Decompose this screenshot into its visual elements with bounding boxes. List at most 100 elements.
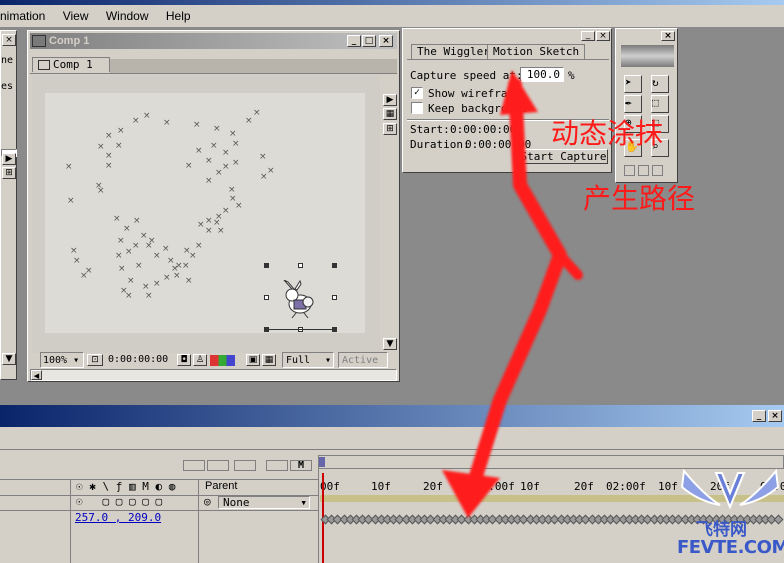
scroll-down-icon[interactable]: ▼: [2, 353, 16, 365]
layer-handle[interactable]: [298, 263, 303, 268]
close-icon[interactable]: ×: [379, 35, 393, 47]
comp-hscroll[interactable]: ◀: [30, 369, 397, 381]
layer-handle[interactable]: [264, 295, 269, 300]
layer-handle[interactable]: [264, 263, 269, 268]
layer-row[interactable]: ☉ ▢ ▢ ▢ ▢ ▢ ◎ None ▾: [0, 495, 318, 511]
zoom-dropdown[interactable]: 100% ▾: [40, 352, 84, 368]
comp-flowchart-icon[interactable]: [183, 460, 205, 471]
brainstorm-icon[interactable]: M: [290, 460, 312, 471]
path-point: ×: [67, 196, 75, 206]
watermark-en: FEVTE.COM: [677, 537, 784, 558]
palette-titlebar[interactable]: _ ×: [405, 31, 610, 41]
close-icon[interactable]: ×: [661, 31, 675, 41]
path-point: ×: [232, 158, 240, 168]
ruler-tick: 20f: [423, 480, 443, 493]
timeline-tab-strip: [0, 429, 784, 450]
column-divider: [198, 479, 199, 563]
show-wireframe-label: Show wireframe: [428, 87, 521, 100]
show-wireframe-checkbox[interactable]: ✓: [411, 87, 423, 99]
tools-titlebar[interactable]: ×: [618, 31, 675, 41]
camera-dolly-icon[interactable]: [652, 165, 663, 176]
path-point: ×: [148, 236, 156, 246]
frame-blend-icon[interactable]: [234, 460, 256, 471]
path-point: ×: [215, 168, 223, 178]
camera-orbit-icon[interactable]: [624, 165, 635, 176]
path-point: ×: [195, 241, 203, 251]
position-value[interactable]: 257.0 , 209.0: [75, 511, 161, 524]
start-capture-button[interactable]: Start Capture: [519, 149, 608, 164]
keep-background-checkbox[interactable]: [411, 102, 423, 114]
path-point: ×: [195, 146, 203, 156]
channels-icon[interactable]: [210, 355, 235, 366]
layer-header-row: ☉ ✱ \ ƒ ▥ M ◐ ◍ Parent: [0, 479, 318, 496]
safe-zones-icon[interactable]: ⊡: [87, 354, 103, 366]
layer-handle[interactable]: [332, 263, 337, 268]
scroll-down-icon[interactable]: ▼: [383, 338, 397, 350]
show-snapshot-icon[interactable]: ♙: [193, 354, 207, 366]
start-label: Start:: [410, 123, 450, 136]
render-icon[interactable]: [207, 460, 229, 471]
tab-wiggler[interactable]: The Wiggler: [411, 44, 496, 59]
flyout-arrow-icon[interactable]: ▶: [383, 94, 397, 106]
tab-comp1[interactable]: Comp 1: [32, 57, 110, 72]
comp-canvas[interactable]: × × × × × × × × × × × × × × × × × × × × × × × × × × × × × × × × × × × × × × × ×…: [45, 93, 365, 333]
zoom-value: 100%: [43, 355, 68, 366]
path-point: ×: [175, 261, 183, 271]
parent-pick-icon[interactable]: ◎: [204, 495, 211, 508]
maximize-icon[interactable]: □: [362, 35, 376, 47]
path-point: ×: [205, 176, 213, 186]
close-icon[interactable]: ×: [768, 410, 782, 422]
path-point: ×: [115, 251, 123, 261]
path-point: ×: [65, 162, 73, 172]
parent-dropdown[interactable]: None ▾: [218, 496, 310, 509]
menu-help[interactable]: Help: [166, 9, 191, 23]
timeline-switches: M: [180, 458, 320, 474]
path-point: ×: [210, 141, 218, 151]
snapshot-icon[interactable]: ◘: [177, 354, 191, 366]
comp-icon: [32, 35, 46, 47]
menu-window[interactable]: Window: [106, 9, 149, 23]
transparency-icon[interactable]: ▦: [262, 354, 276, 366]
resolution-dropdown[interactable]: Full ▾: [282, 352, 334, 368]
minimize-icon[interactable]: _: [347, 35, 361, 47]
motion-blur-icon[interactable]: [266, 460, 288, 471]
path-point: ×: [73, 256, 81, 266]
menu-view[interactable]: View: [63, 9, 89, 23]
flowchart-icon[interactable]: ⊞: [383, 123, 397, 135]
rectangle-mask-tool-icon[interactable]: ⬚: [651, 95, 669, 113]
camera-track-icon[interactable]: [638, 165, 649, 176]
path-point: ×: [182, 261, 190, 271]
rabbit-sprite[interactable]: [278, 280, 322, 320]
layer-switches[interactable]: ☉ ▢ ▢ ▢ ▢ ▢: [76, 495, 162, 508]
layer-handle[interactable]: [332, 295, 337, 300]
play-arrow-icon[interactable]: ▶: [2, 153, 16, 165]
close-icon[interactable]: ×: [596, 31, 610, 41]
path-point: ×: [132, 116, 140, 126]
grid-icon[interactable]: ▦: [383, 108, 397, 120]
comp-titlebar[interactable]: Comp 1 _ □ ×: [30, 33, 397, 49]
capture-speed-input[interactable]: 100.0: [520, 67, 564, 82]
navigator-start[interactable]: [319, 457, 325, 467]
path-point: ×: [197, 220, 205, 230]
comp-viewer[interactable]: × × × × × × × × × × × × × × × × × × × × × × × × × × × × × × × × × × × × × × × ×…: [32, 76, 380, 353]
camera-dropdown[interactable]: Active: [338, 352, 388, 368]
current-time[interactable]: 0:00:00:00: [108, 352, 168, 368]
scroll-left-icon[interactable]: ◀: [31, 370, 42, 380]
menu-animation[interactable]: nimation: [0, 9, 45, 23]
close-icon[interactable]: ×: [2, 34, 16, 46]
path-point: ×: [153, 251, 161, 261]
path-point: ×: [185, 276, 193, 286]
project-panel: × ne es ▶ ⊞ ▼: [0, 30, 17, 380]
minimize-icon[interactable]: _: [752, 410, 766, 422]
rotation-tool-icon[interactable]: ↻: [651, 75, 669, 93]
selection-tool-icon[interactable]: ➤: [624, 75, 642, 93]
region-icon[interactable]: ▣: [246, 354, 260, 366]
tab-motion-sketch[interactable]: Motion Sketch: [487, 44, 586, 59]
flowchart-icon[interactable]: ⊞: [2, 167, 16, 179]
ruler-tick: 01:00f: [475, 480, 515, 493]
ruler-tick: 02:00f: [606, 480, 646, 493]
path-point: ×: [213, 124, 221, 134]
timeline-titlebar[interactable]: _ ×: [0, 405, 784, 427]
pen-tool-icon[interactable]: ✒: [624, 95, 642, 113]
minimize-icon[interactable]: _: [581, 31, 595, 41]
